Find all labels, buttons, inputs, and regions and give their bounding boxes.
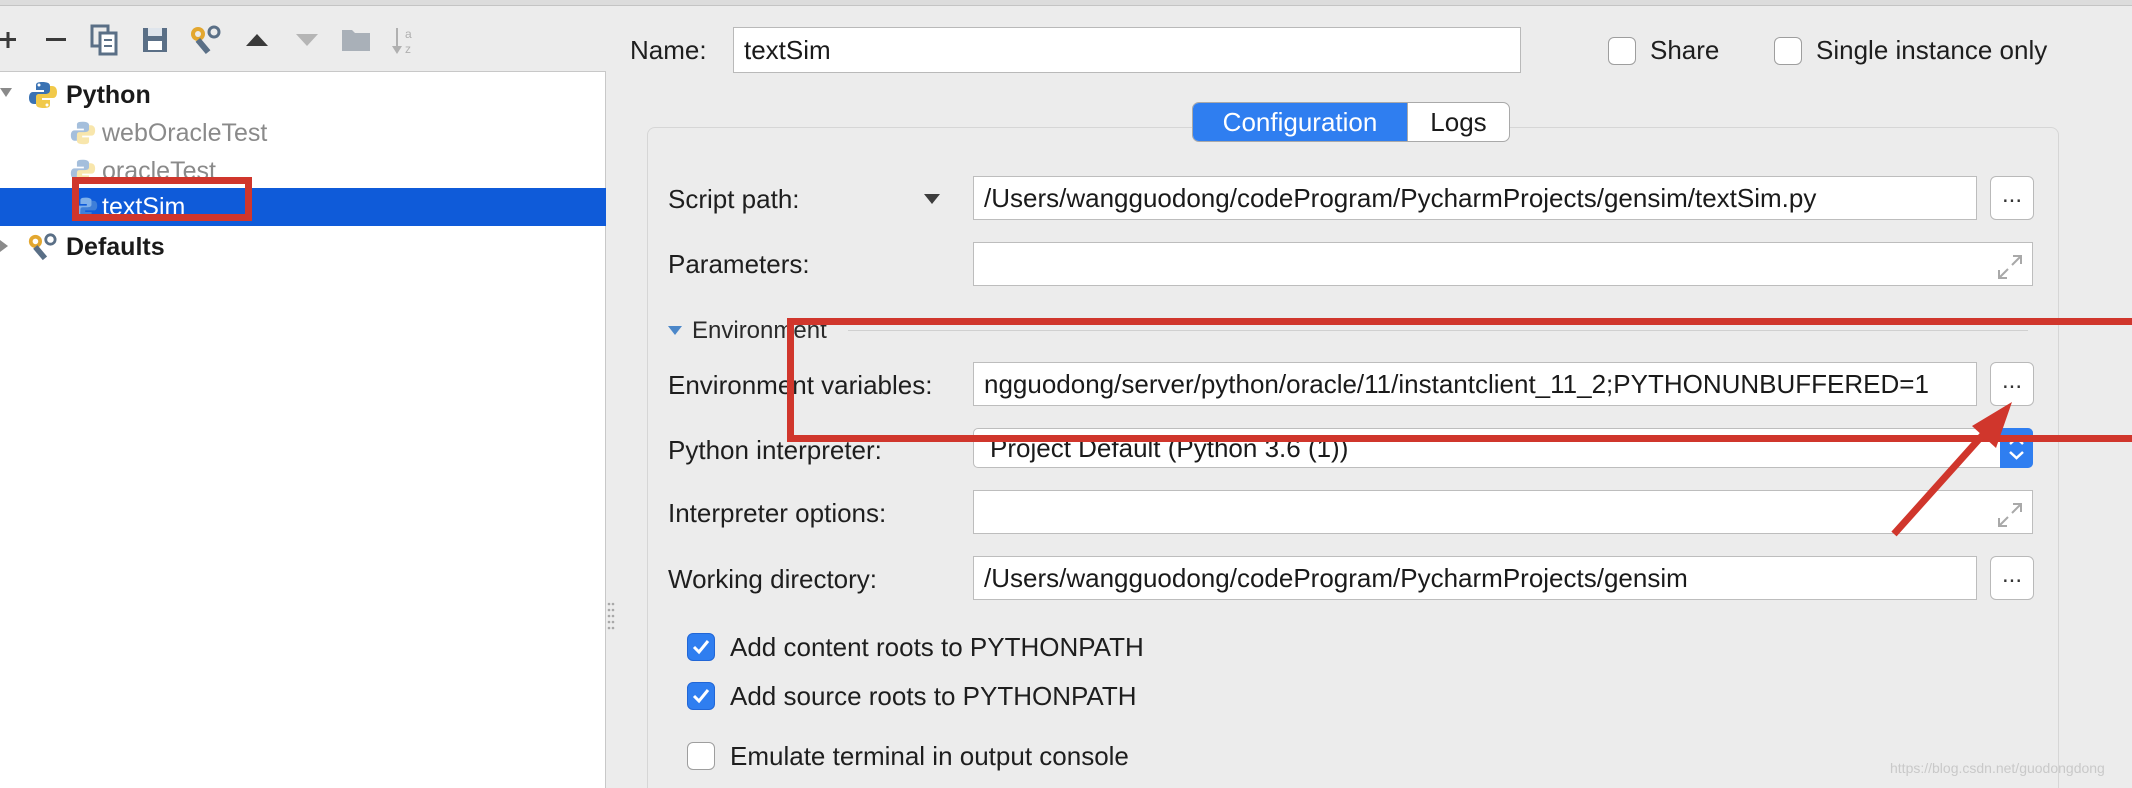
tree-item-oracletest[interactable]: oracleTest [0,152,606,190]
script-path-field[interactable]: /Users/wangguodong/codeProgram/PycharmPr… [973,176,1977,220]
move-down-icon[interactable] [294,24,320,56]
share-checkbox[interactable] [1608,37,1636,65]
parameters-field[interactable] [973,242,2033,286]
sort-icon[interactable]: az [390,24,422,56]
python-interpreter-value: Project Default (Python 3.6 (1)) [990,433,1349,463]
remove-icon[interactable] [44,24,68,56]
python-icon [28,80,58,110]
python-file-icon [70,158,96,184]
interpreter-options-field[interactable] [973,490,2033,534]
script-mode-dropdown-icon[interactable] [924,194,940,204]
single-instance-checkbox[interactable] [1774,37,1802,65]
parameters-label: Parameters: [668,249,810,279]
move-up-icon[interactable] [244,24,270,56]
share-label: Share [1650,35,1720,65]
interpreter-options-label: Interpreter options: [668,498,887,528]
svg-text:a: a [405,27,412,41]
annotation-arrow [1891,402,2012,537]
configurations-tree-pane: az Python webOracleTest oracleTest textS… [0,6,606,788]
defaults-wrench-icon [26,232,58,262]
tab-logs[interactable]: Logs [1407,103,1509,141]
watermark-text: https://blog.csdn.net/guodongdong [1890,760,2105,776]
emulate-terminal-checkbox[interactable] [687,742,715,770]
tree-item-textsim[interactable]: textSim [0,188,606,226]
tree-label-python: Python [66,81,151,109]
tree-label-defaults: Defaults [66,233,165,261]
tree-node-python[interactable]: Python [0,76,606,114]
working-directory-field[interactable]: /Users/wangguodong/codeProgram/PycharmPr… [973,556,1977,600]
expand-icon[interactable] [1996,251,2024,279]
splitter-grip[interactable] [606,600,616,636]
expanded-triangle-icon[interactable] [0,88,12,97]
emulate-terminal-label: Emulate terminal in output console [730,741,1129,771]
tree-label-weboracletest: webOracleTest [102,119,268,147]
tree-node-defaults[interactable]: Defaults [0,228,606,266]
tree-item-weboracletest[interactable]: webOracleTest [0,114,606,152]
checkmark-icon [692,689,710,704]
tree-label-textsim: textSim [102,193,186,221]
tree-label-oracletest: oracleTest [102,157,216,185]
copy-icon[interactable] [90,24,120,56]
working-directory-label: Working directory: [668,564,878,594]
tree-toolbar: az [0,6,606,72]
add-source-roots-checkbox[interactable] [687,682,715,710]
edit-defaults-icon[interactable] [188,24,222,56]
run-configurations-dialog: az Python webOracleTest oracleTest textS… [0,0,2132,788]
name-label: Name: [630,35,707,65]
python-file-icon [70,120,96,146]
script-path-browse-button[interactable]: ... [1990,176,2034,220]
env-vars-field[interactable]: ngguodong/server/python/oracle/11/instan… [973,362,1977,406]
add-content-roots-checkbox[interactable] [687,633,715,661]
script-path-label: Script path: [668,184,800,214]
environment-section-header[interactable]: Environment [692,316,827,346]
working-directory-browse-button[interactable]: ... [1990,556,2034,600]
python-interpreter-label: Python interpreter: [668,435,882,465]
add-source-roots-label: Add source roots to PYTHONPATH [730,681,1137,711]
env-vars-label: Environment variables: [668,370,933,400]
environment-expand-icon[interactable] [668,326,682,335]
checkmark-icon [692,640,710,655]
name-field[interactable]: textSim [733,27,1521,73]
single-instance-label: Single instance only [1816,35,2048,65]
environment-separator [848,330,2028,331]
add-icon[interactable] [0,24,20,56]
python-interpreter-select[interactable]: Project Default (Python 3.6 (1)) [973,428,2033,468]
tab-strip: Configuration Logs [1192,102,1510,142]
python-file-icon [74,196,98,220]
save-icon[interactable] [140,24,170,56]
tab-configuration[interactable]: Configuration [1193,103,1407,141]
collapsed-triangle-icon[interactable] [0,240,8,252]
svg-text:z: z [405,42,411,56]
add-content-roots-label: Add content roots to PYTHONPATH [730,632,1144,662]
folder-icon[interactable] [340,24,372,56]
